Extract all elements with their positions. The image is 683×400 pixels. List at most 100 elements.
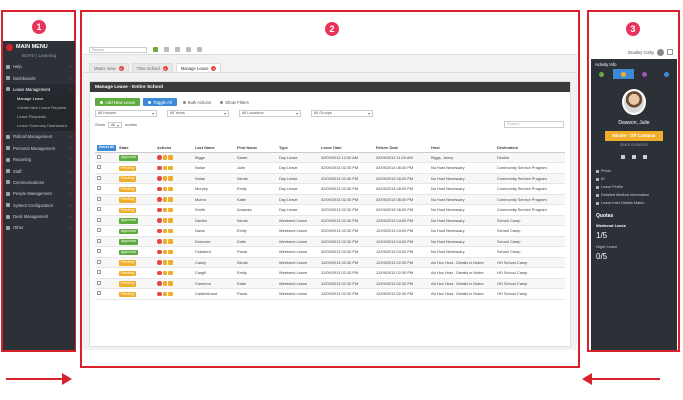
alert-icon[interactable] — [175, 47, 180, 52]
view-icon[interactable] — [168, 207, 173, 213]
table-row[interactable]: Pending Nolan Julie Day Leave 02/09/2013 02:… — [95, 162, 565, 174]
delete-icon[interactable] — [157, 291, 162, 297]
table-row[interactable]: Approved Biggs Sarah Day Leave 02/09/2013 12… — [95, 152, 565, 163]
delete-icon[interactable] — [157, 228, 162, 234]
view-icon[interactable] — [168, 239, 173, 244]
row-checkbox[interactable] — [97, 175, 101, 180]
edit-icon[interactable] — [162, 270, 167, 276]
column-header-last-name[interactable]: Last Name — [193, 143, 235, 153]
sidebar-item-system-configuration[interactable]: System Configuration › — [3, 200, 75, 211]
user-avatar[interactable] — [657, 48, 664, 56]
column-header-host[interactable]: Host — [429, 143, 495, 153]
current-user-name[interactable]: Bradley Cisby — [628, 50, 654, 55]
view-icon[interactable] — [168, 249, 173, 255]
row-checkbox[interactable] — [97, 207, 101, 212]
column-header-type[interactable]: Type — [277, 143, 319, 153]
edit-icon[interactable] — [162, 197, 167, 202]
delete-icon[interactable] — [157, 186, 162, 192]
row-checkbox[interactable] — [97, 270, 101, 275]
select-all-header[interactable]: Select All — [95, 143, 117, 153]
help-icon[interactable] — [197, 47, 202, 52]
sidebar-subitem-leave-summary-dashboard[interactable]: Leave Summary Dashboard — [3, 122, 75, 132]
row-checkbox[interactable] — [97, 165, 101, 170]
email-icon[interactable] — [621, 155, 625, 159]
edit-icon[interactable] — [643, 155, 647, 159]
table-row[interactable]: Pending Cargill Emily Weekend Leave 12/09/20… — [95, 267, 565, 279]
edit-icon[interactable] — [162, 186, 167, 192]
phone-icon[interactable] — [632, 155, 636, 159]
row-checkbox[interactable] — [97, 154, 101, 159]
edit-icon[interactable] — [162, 260, 167, 265]
expand-icon[interactable] — [667, 49, 673, 55]
profile-link-leave-inter-details-matrix[interactable]: Leave Inter-Details Matrix — [596, 199, 677, 207]
column-header-leave-date[interactable]: Leave Date — [319, 143, 374, 153]
table-row[interactable]: Pending Caldershood Paula Weekend Leave 12/0… — [95, 288, 565, 300]
delete-icon[interactable] — [157, 197, 162, 202]
row-checkbox[interactable] — [97, 249, 101, 254]
view-icon[interactable] — [168, 228, 173, 234]
edit-icon[interactable] — [162, 176, 167, 181]
row-checkbox[interactable] — [97, 196, 101, 201]
profile-link-photo[interactable]: Photo — [596, 167, 677, 175]
bulk-actions-button[interactable]: Bulk Actions — [180, 98, 214, 106]
row-checkbox[interactable] — [97, 238, 101, 243]
sidebar-item-staff[interactable]: Staff › — [3, 165, 75, 176]
delete-icon[interactable] — [157, 270, 162, 276]
select-all-button[interactable]: Select All — [97, 145, 117, 151]
tab-profile[interactable] — [591, 69, 613, 79]
delete-icon[interactable] — [157, 239, 162, 244]
tab-matrix-view[interactable]: Matrix View × — [89, 63, 129, 72]
edit-icon[interactable] — [162, 291, 167, 297]
tab-leave[interactable] — [612, 69, 634, 79]
show-filters-button[interactable]: Show Filters — [217, 98, 252, 106]
view-icon[interactable] — [168, 291, 173, 297]
edit-icon[interactable] — [162, 165, 167, 171]
add-new-leave-button[interactable]: Add New Leave — [95, 98, 141, 106]
delete-icon[interactable] — [157, 176, 162, 181]
table-row[interactable]: Approved Crawford Paula Weekend Leave 02/09/… — [95, 246, 565, 258]
table-row[interactable]: Approved Davies Nicole Weekend Leave 02/09/2… — [95, 215, 565, 226]
row-checkbox[interactable] — [97, 186, 101, 191]
column-header-state[interactable]: State — [117, 143, 155, 153]
tab-medical[interactable] — [634, 69, 656, 79]
sidebar-item-other[interactable]: Other › — [3, 222, 75, 233]
edit-icon[interactable] — [162, 239, 167, 244]
sidebar-subitem-leave-requests[interactable]: Leave Requests — [3, 113, 75, 123]
delete-icon[interactable] — [157, 260, 162, 265]
sidebar-item-help[interactable]: Help › — [3, 61, 75, 72]
sidebar-subitem-manage-leave[interactable]: Manage Leave — [3, 95, 75, 105]
tab-time-school[interactable]: Time School × — [131, 63, 173, 72]
home-icon[interactable] — [153, 47, 158, 52]
column-header-actions[interactable]: Actions — [155, 143, 193, 153]
view-icon[interactable] — [168, 176, 173, 181]
entries-select[interactable]: All — [108, 121, 123, 128]
profile-link-detailed-medical-information[interactable]: Detailed Medical Information — [596, 191, 677, 199]
sidebar-item-reporting[interactable]: Reporting › — [3, 154, 75, 165]
edit-icon[interactable] — [162, 249, 167, 255]
tab-notes[interactable] — [656, 69, 678, 79]
profile-link-id[interactable]: ID — [596, 175, 677, 183]
print-icon[interactable] — [186, 47, 191, 52]
column-header-destination[interactable]: Destination — [495, 143, 565, 153]
view-icon[interactable] — [168, 197, 173, 202]
sidebar-subitem-create-new-leave-request[interactable]: Create New Leave Request — [3, 104, 75, 114]
view-icon[interactable] — [168, 270, 173, 276]
tab-manage-leave[interactable]: Manage Leave × — [175, 63, 222, 72]
delete-icon[interactable] — [157, 249, 162, 255]
table-row[interactable]: Pending Murphy Emily Day Leave 02/09/2013 02… — [95, 183, 565, 195]
sidebar-item-communications[interactable]: Communications › — [3, 177, 75, 188]
edit-icon[interactable] — [162, 207, 167, 213]
view-icon[interactable] — [168, 260, 173, 265]
view-icon[interactable] — [168, 165, 173, 171]
close-tab-icon[interactable]: × — [162, 65, 168, 71]
close-tab-icon[interactable]: × — [211, 65, 217, 71]
row-checkbox[interactable] — [97, 259, 101, 264]
profile-link-leave-profile[interactable]: Leave Profile — [596, 183, 677, 191]
column-header-return-date[interactable]: Return Date — [374, 143, 429, 153]
row-checkbox[interactable] — [97, 280, 101, 285]
delete-icon[interactable] — [157, 218, 162, 223]
view-icon[interactable] — [168, 186, 173, 192]
close-tab-icon[interactable]: × — [118, 65, 124, 71]
table-row[interactable]: Pending Smith Amanda Day Leave 02/09/2013 02… — [95, 204, 565, 216]
table-row[interactable]: Pending Cameron Katie Weekend Leave 12/09/20… — [95, 278, 565, 289]
